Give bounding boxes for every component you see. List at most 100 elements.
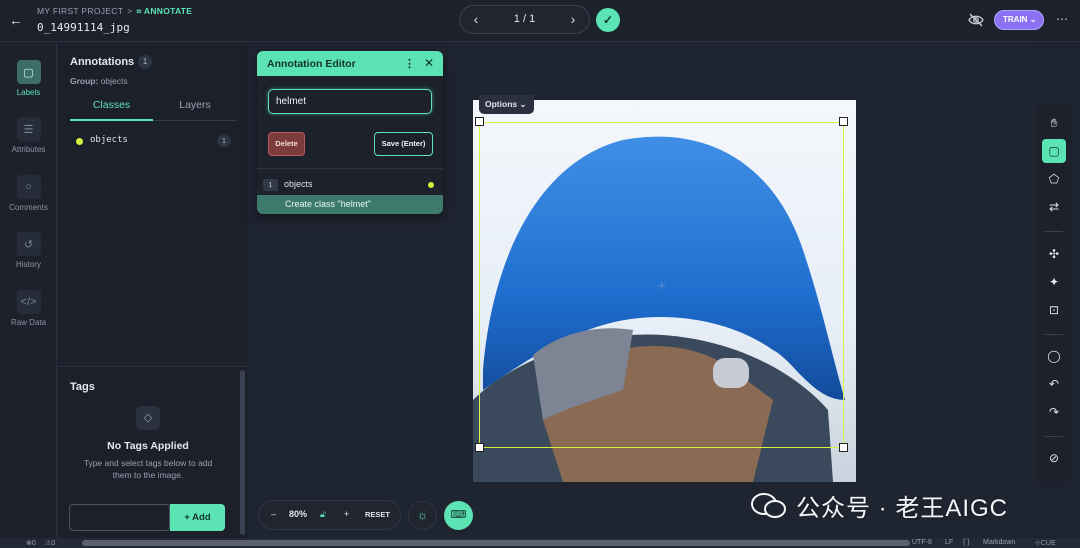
bbox-handle-bottom-left[interactable] (475, 443, 484, 452)
keyboard-icon[interactable]: ⌨ (444, 501, 473, 530)
brightness-icon[interactable]: ☼ (408, 501, 437, 530)
nav-attributes-text: Attributes (11, 145, 46, 154)
encoding[interactable]: UTF-8 (912, 539, 932, 546)
annotation-group: Group: objects (70, 76, 128, 86)
bbox-handle-top-left[interactable] (475, 117, 484, 126)
options-dropdown-button[interactable]: Options ⌄ (479, 95, 534, 114)
nav-comments-text: Comments (9, 203, 48, 212)
error-count: ⊗ 0 (26, 540, 36, 547)
code-icon: </> (16, 290, 41, 314)
back-arrow-icon[interactable]: ← (8, 12, 24, 28)
editor-divider (257, 168, 443, 169)
save-button[interactable]: Save (Enter) (374, 132, 433, 156)
toolbar-divider (1045, 334, 1063, 335)
options-label: Options (485, 99, 518, 109)
train-label: TRAIN (1003, 15, 1028, 24)
breadcrumb-project[interactable]: MY FIRST PROJECT (37, 6, 123, 16)
pan-hand-icon[interactable]: ✋︎ (1042, 111, 1066, 135)
wechat-logo (751, 493, 786, 518)
nav-attributes[interactable]: ☰ Attributes (0, 117, 57, 154)
tab-classes[interactable]: Classes (70, 99, 153, 121)
class-name: objects (90, 135, 128, 145)
comment-icon: ○ (16, 175, 41, 199)
tags-scrollbar[interactable] (240, 370, 245, 535)
breadcrumb-separator: > (127, 6, 133, 16)
more-options-icon[interactable]: ⋯ (1056, 12, 1069, 26)
annotations-panel: Annotations 1 Group: objects Classes Lay… (58, 43, 248, 365)
kebab-menu-icon[interactable]: ⋮ (404, 57, 415, 70)
nav-labels-text: Labels (16, 88, 41, 97)
crosshair-icon: ✛ (658, 281, 666, 291)
no-tags-title: No Tags Applied (107, 440, 189, 452)
polygon-tool-icon[interactable]: ⬠ (1042, 167, 1066, 191)
zoom-out-button[interactable]: – (271, 509, 276, 519)
tag-icon: ◇ (136, 406, 160, 430)
eye-off-icon[interactable] (968, 13, 984, 27)
warning-count: ⚠ 0 (45, 540, 56, 547)
redo-icon[interactable]: ↷ (1042, 400, 1066, 424)
bounding-box-tool-icon[interactable]: ▢ (1042, 139, 1066, 163)
cue-indicator[interactable]: ⊹ CUE (1035, 539, 1056, 547)
nav-labels[interactable]: ▢ Labels (0, 60, 57, 97)
left-navigation: ▢ Labels ☰ Attributes ○ Comments ↺ Histo… (0, 43, 57, 540)
smart-select-icon[interactable]: ✣ (1042, 242, 1066, 266)
nav-raw-data[interactable]: </> Raw Data (0, 290, 57, 327)
horizontal-scrollbar[interactable] (82, 540, 910, 546)
editor-header: Annotation Editor ⋮ ✕ (257, 51, 443, 76)
bbox-handle-top-right[interactable] (839, 117, 848, 126)
close-icon[interactable]: ✕ (424, 56, 434, 70)
tool-palette: ✋︎ ▢ ⬠ ⇄ ✣ ✦ ⊡ ◯ ↶ ↷ ⊘ (1036, 105, 1072, 483)
annotation-editor-popup: Annotation Editor ⋮ ✕ Delete Save (Enter… (257, 51, 443, 214)
annotations-count-badge: 1 (138, 55, 152, 69)
watermark-text: 公众号 · 老王AIGC (796, 495, 1009, 522)
group-value: objects (100, 76, 128, 86)
zoom-controls: – 80% 🔓︎ + RESET (258, 500, 401, 530)
line-ending[interactable]: LF (945, 539, 953, 546)
tag-input[interactable] (69, 504, 170, 531)
next-image-chevron-icon[interactable]: › (565, 12, 581, 28)
label-icon: ▢ (16, 60, 41, 84)
class-option-number: 1 (263, 179, 278, 191)
undo-icon[interactable]: ↶ (1042, 372, 1066, 396)
repeat-icon[interactable]: ⇄ (1042, 195, 1066, 219)
class-option-objects[interactable]: 1 objects (263, 178, 437, 192)
train-dropdown-button[interactable]: TRAIN ⌄ (994, 10, 1044, 30)
no-tags-help: Type and select tags below to add them t… (83, 458, 213, 480)
class-name-input[interactable] (268, 89, 432, 114)
add-tag-button[interactable]: + Add (170, 504, 225, 531)
editor-title: Annotation Editor (267, 58, 356, 70)
delete-button[interactable]: Delete (268, 132, 305, 156)
breadcrumb-annotate: ⌗ ANNOTATE (136, 6, 193, 16)
magic-wand-icon[interactable]: ✦ (1042, 270, 1066, 294)
group-label: Group: (70, 76, 99, 86)
tags-panel: Tags ◇ No Tags Applied Type and select t… (58, 366, 248, 540)
unlock-icon[interactable]: 🔓︎ (320, 509, 326, 520)
chevron-down-icon: ⌄ (519, 99, 527, 109)
class-list-item[interactable]: objects 1 (76, 135, 231, 149)
chevron-down-icon: ⌄ (1029, 15, 1037, 24)
toolbar-divider (1045, 436, 1063, 437)
confirm-check-button[interactable]: ✓ (596, 8, 620, 32)
top-bar: ← MY FIRST PROJECT > ⌗ ANNOTATE 0_14991114… (0, 0, 1080, 42)
zoom-level: 80% (289, 509, 308, 519)
braces-indicator[interactable]: { } (963, 539, 970, 546)
toolbar-divider (1045, 231, 1063, 232)
zoom-in-button[interactable]: + (344, 509, 349, 519)
nav-history[interactable]: ↺ History (0, 232, 57, 269)
annotations-title: Annotations (70, 56, 135, 68)
zoom-reset-button[interactable]: RESET (365, 510, 390, 519)
class-option-label: objects (284, 179, 313, 189)
language-mode[interactable]: Markdown (983, 539, 1015, 546)
hide-annotations-icon[interactable]: ⊘ (1042, 446, 1066, 470)
create-class-option[interactable]: Create class "helmet" (257, 195, 443, 214)
image-pager: ‹ 1 / 1 › (459, 5, 590, 34)
keypoint-tool-icon[interactable]: ⊡ (1042, 298, 1066, 322)
bbox-handle-bottom-right[interactable] (839, 443, 848, 452)
breadcrumb: MY FIRST PROJECT > ⌗ ANNOTATE (37, 6, 192, 17)
nav-raw-data-text: Raw Data (10, 318, 47, 327)
tab-layers[interactable]: Layers (153, 99, 237, 121)
nav-history-text: History (16, 260, 41, 269)
nav-comments[interactable]: ○ Comments (0, 175, 57, 212)
comment-icon[interactable]: ◯ (1042, 344, 1066, 368)
class-count-badge: 1 (217, 135, 231, 147)
